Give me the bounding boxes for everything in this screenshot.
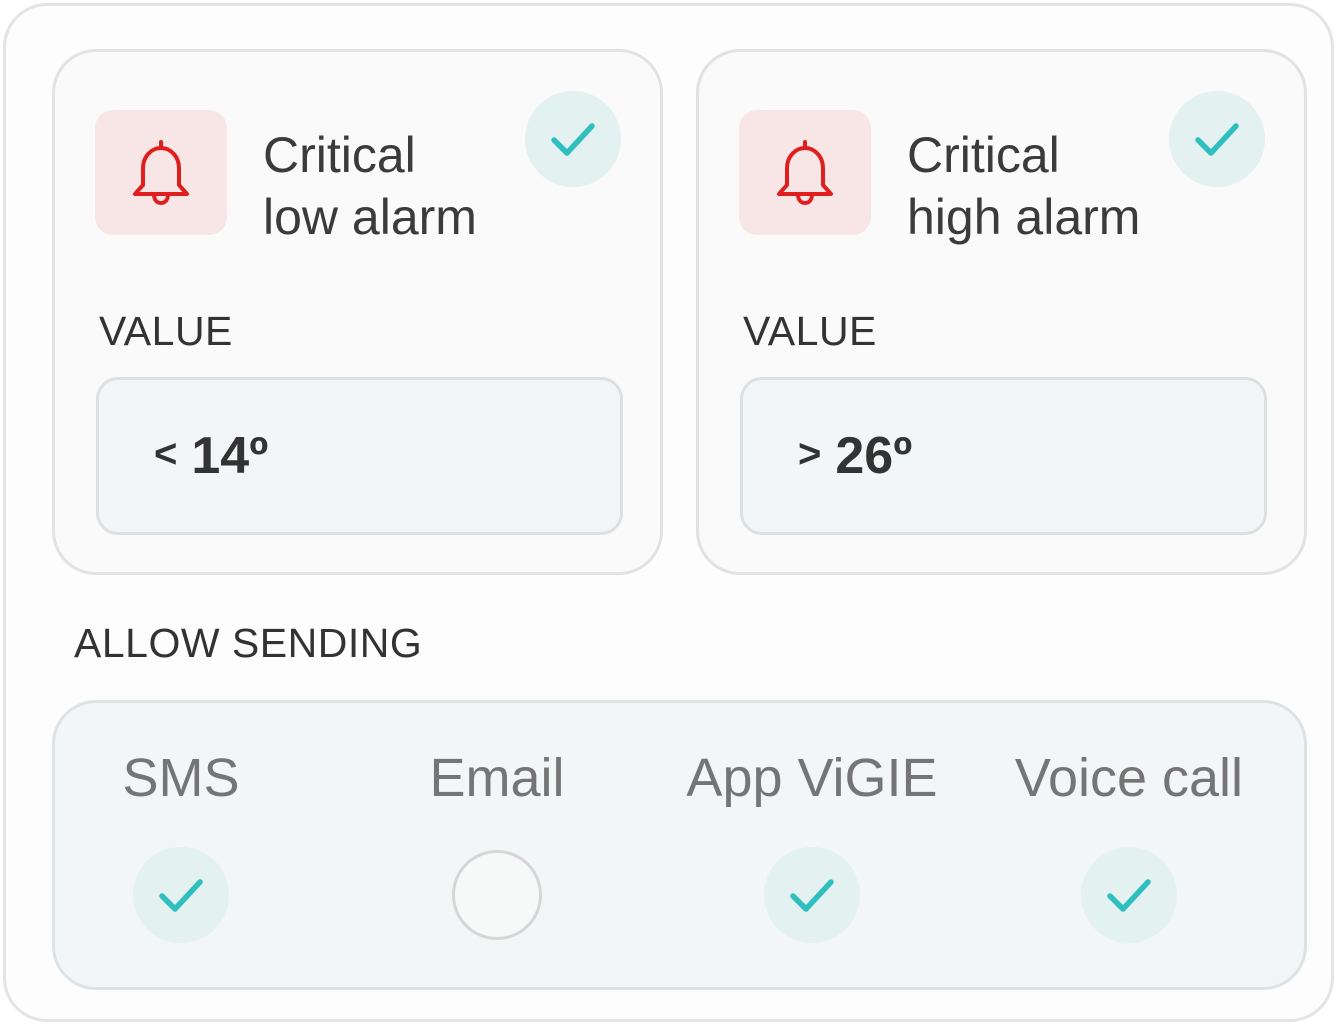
alarm-settings-panel: Critical low alarm VALUE < 14º Critical …	[3, 3, 1334, 1022]
channel-app-vigie: App ViGIE	[662, 703, 962, 987]
enable-high-alarm-toggle[interactable]	[1169, 91, 1265, 187]
value-text: 26º	[835, 427, 913, 485]
alarm-title-line2: high alarm	[907, 189, 1141, 245]
value-operator: <	[154, 431, 178, 476]
check-icon	[551, 123, 595, 156]
email-checkbox[interactable]	[452, 850, 542, 940]
channel-voice-call: Voice call	[979, 703, 1279, 987]
enable-low-alarm-toggle[interactable]	[525, 91, 621, 187]
alarm-title: Critical high alarm	[907, 124, 1140, 248]
alarm-title-line2: low alarm	[263, 189, 477, 245]
channel-label: App ViGIE	[686, 748, 938, 808]
check-icon	[1107, 879, 1151, 912]
app-vigie-checkbox[interactable]	[764, 847, 860, 943]
critical-high-alarm-card: Critical high alarm VALUE > 26º	[696, 49, 1307, 575]
check-icon	[790, 879, 834, 912]
value-text: 14º	[191, 427, 269, 485]
sms-checkbox[interactable]	[133, 847, 229, 943]
channel-sms: SMS	[31, 703, 331, 987]
sending-channels: SMS Email App ViGIE Voice call	[52, 700, 1307, 990]
voice-call-checkbox[interactable]	[1081, 847, 1177, 943]
critical-low-alarm-card: Critical low alarm VALUE < 14º	[52, 49, 663, 575]
alarm-title-line1: Critical	[263, 127, 416, 183]
channel-label: Email	[429, 748, 565, 808]
check-icon	[159, 879, 203, 912]
high-alarm-value-field[interactable]: > 26º	[740, 377, 1267, 535]
low-alarm-value-field[interactable]: < 14º	[96, 377, 623, 535]
value-operator: >	[798, 431, 822, 476]
allow-sending-label: ALLOW SENDING	[74, 620, 423, 666]
bell-icon	[739, 110, 871, 235]
bell-icon	[95, 110, 227, 235]
alarm-title-line1: Critical	[907, 127, 1060, 183]
channel-label: Voice call	[1014, 748, 1244, 808]
channel-label: SMS	[122, 748, 240, 808]
check-icon	[1195, 123, 1239, 156]
value-label: VALUE	[743, 308, 877, 354]
alarm-title: Critical low alarm	[263, 124, 477, 248]
channel-email: Email	[347, 703, 647, 987]
value-label: VALUE	[99, 308, 233, 354]
